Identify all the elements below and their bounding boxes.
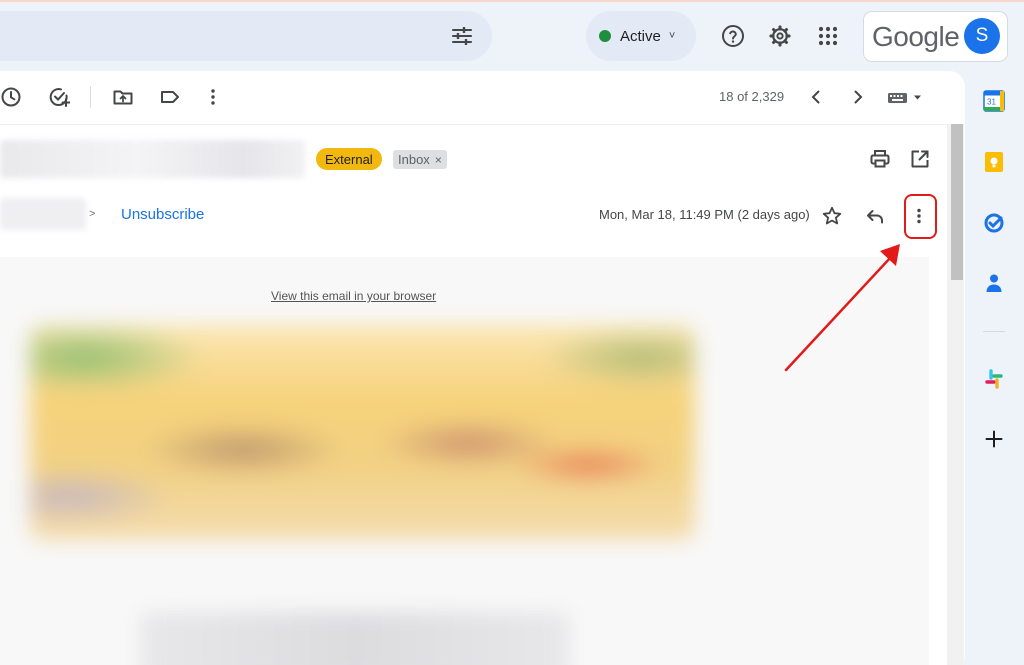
calendar-icon[interactable]: 31 — [983, 90, 1005, 112]
apps-grid-icon[interactable] — [816, 24, 840, 48]
add-to-tasks-icon[interactable] — [48, 86, 70, 108]
google-logo: Google — [872, 20, 960, 52]
add-icon[interactable] — [983, 428, 1005, 450]
label-tag-icon[interactable] — [159, 86, 181, 108]
pager-count: 18 of 2,329 — [719, 89, 785, 104]
calendar-day: 31 — [987, 98, 996, 107]
remove-label-button[interactable]: × — [435, 153, 442, 167]
reply-icon[interactable] — [864, 205, 886, 227]
chevron-left-icon[interactable] — [805, 86, 827, 108]
scrollbar-thumb[interactable] — [951, 124, 963, 280]
input-tools-keyboard-icon[interactable] — [886, 86, 926, 108]
unsubscribe-link[interactable]: Unsubscribe — [121, 206, 204, 223]
status-dot — [599, 30, 611, 42]
side-panel-divider — [983, 331, 1005, 332]
status-selector[interactable]: Active ˅ — [586, 11, 696, 61]
search-options-icon[interactable] — [449, 23, 475, 49]
toolbar-divider — [0, 124, 946, 125]
slack-icon[interactable] — [983, 368, 1005, 390]
move-to-folder-icon[interactable] — [112, 86, 134, 108]
view-in-browser-link[interactable]: View this email in your browser — [271, 289, 436, 303]
keep-icon[interactable] — [983, 151, 1005, 173]
open-in-new-window-icon[interactable] — [909, 148, 931, 170]
settings-gear-icon[interactable] — [768, 24, 792, 48]
chevron-right-icon[interactable] — [847, 86, 869, 108]
window-top-edge — [0, 0, 1024, 2]
sender-redacted — [0, 198, 86, 230]
tasks-icon[interactable] — [983, 212, 1005, 234]
sender-details-toggle[interactable]: > — [89, 208, 95, 220]
star-icon[interactable] — [821, 205, 843, 227]
snooze-clock-icon[interactable] — [0, 86, 22, 108]
contacts-icon[interactable] — [983, 272, 1005, 294]
chevron-down-icon: ˅ — [668, 30, 676, 42]
subject-redacted — [0, 140, 305, 178]
more-vertical-icon[interactable] — [202, 86, 224, 108]
annotation-highlight-box — [904, 194, 937, 239]
print-icon[interactable] — [869, 148, 891, 170]
message-date: Mon, Mar 18, 11:49 PM (2 days ago) — [599, 207, 810, 222]
label-inbox[interactable]: Inbox × — [393, 150, 447, 169]
status-label: Active — [620, 27, 661, 45]
label-external[interactable]: External — [316, 148, 382, 170]
search-bar[interactable] — [0, 11, 492, 61]
toolbar-separator — [90, 86, 91, 108]
avatar[interactable]: S — [964, 18, 1000, 54]
help-icon[interactable] — [721, 24, 745, 48]
email-content-redacted — [140, 612, 570, 665]
label-inbox-text: Inbox — [398, 152, 430, 167]
email-banner-image-redacted — [30, 325, 695, 540]
